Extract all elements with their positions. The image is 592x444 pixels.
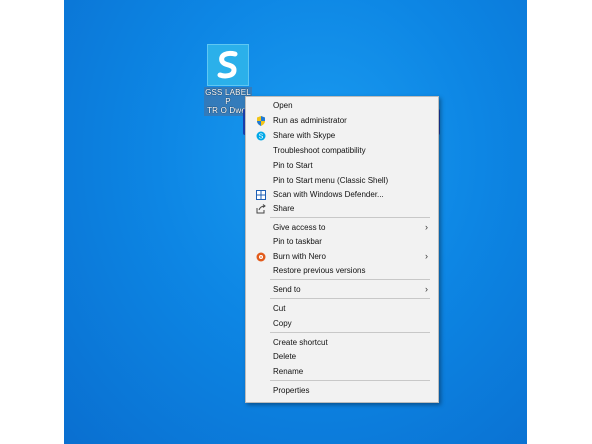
menu-item-label: Properties — [273, 386, 310, 395]
menu-item-label: Delete — [273, 352, 297, 361]
menu-item-pin-to-start-menu-classic-shell[interactable]: Pin to Start menu (Classic Shell) — [246, 174, 438, 188]
chevron-right-icon: › — [425, 222, 428, 232]
skype-icon: S — [256, 131, 266, 141]
menu-item-create-shortcut[interactable]: Create shortcut — [246, 336, 438, 350]
menu-item-delete[interactable]: Delete — [246, 350, 438, 364]
chevron-right-icon: › — [425, 284, 428, 294]
menu-item-copy[interactable]: Copy — [246, 317, 438, 331]
menu-item-label: Troubleshoot compatibility — [273, 146, 366, 155]
menu-item-label: Pin to Start — [273, 161, 313, 170]
defender-icon — [256, 190, 266, 200]
menu-item-restore-previous-versions[interactable]: Restore previous versions — [246, 264, 438, 278]
menu-item-scan-with-windows-defender[interactable]: Scan with Windows Defender... — [246, 188, 438, 202]
menu-item-pin-to-taskbar[interactable]: Pin to taskbar — [246, 235, 438, 249]
menu-item-label: Pin to Start menu (Classic Shell) — [273, 176, 389, 185]
menu-item-share-with-skype[interactable]: S Share with Skype — [246, 129, 438, 143]
menu-item-pin-to-start[interactable]: Pin to Start — [246, 159, 438, 173]
menu-item-open[interactable]: Open — [246, 99, 438, 113]
menu-item-label: Cut — [273, 304, 286, 313]
menu-item-run-as-administrator[interactable]: Run as administrator — [246, 114, 438, 128]
menu-item-rename[interactable]: Rename — [246, 365, 438, 379]
menu-item-label: Create shortcut — [273, 338, 328, 347]
menu-item-label: Pin to taskbar — [273, 237, 322, 246]
app-logo-icon — [207, 44, 249, 86]
share-icon — [256, 204, 266, 214]
nero-icon — [256, 252, 266, 262]
menu-item-troubleshoot-compatibility[interactable]: Troubleshoot compatibility — [246, 144, 438, 158]
svg-text:S: S — [259, 134, 264, 141]
menu-item-label: Give access to — [273, 223, 326, 232]
menu-item-label: Share — [273, 204, 295, 213]
menu-item-label: Scan with Windows Defender... — [273, 190, 384, 199]
menu-separator — [270, 332, 430, 333]
menu-item-label: Open — [273, 101, 293, 110]
menu-separator — [270, 279, 430, 280]
menu-separator — [270, 217, 430, 218]
menu-separator — [270, 380, 430, 381]
shield-icon — [256, 116, 266, 126]
menu-item-share[interactable]: Share — [246, 202, 438, 216]
menu-item-send-to[interactable]: Send to › — [246, 283, 438, 297]
menu-item-label: Burn with Nero — [273, 252, 326, 261]
context-menu: Open Run as administrator S Share with S… — [245, 96, 439, 403]
chevron-right-icon: › — [425, 251, 428, 261]
menu-item-label: Share with Skype — [273, 131, 336, 140]
menu-item-cut[interactable]: Cut — [246, 302, 438, 316]
menu-separator — [270, 298, 430, 299]
menu-item-label: Restore previous versions — [273, 266, 366, 275]
menu-item-label: Run as administrator — [273, 116, 347, 125]
menu-item-give-access-to[interactable]: Give access to › — [246, 221, 438, 235]
menu-item-label: Send to — [273, 285, 301, 294]
menu-item-properties[interactable]: Properties — [246, 384, 438, 398]
menu-item-label: Copy — [273, 319, 292, 328]
menu-item-burn-with-nero[interactable]: Burn with Nero › — [246, 250, 438, 264]
menu-item-label: Rename — [273, 367, 304, 376]
